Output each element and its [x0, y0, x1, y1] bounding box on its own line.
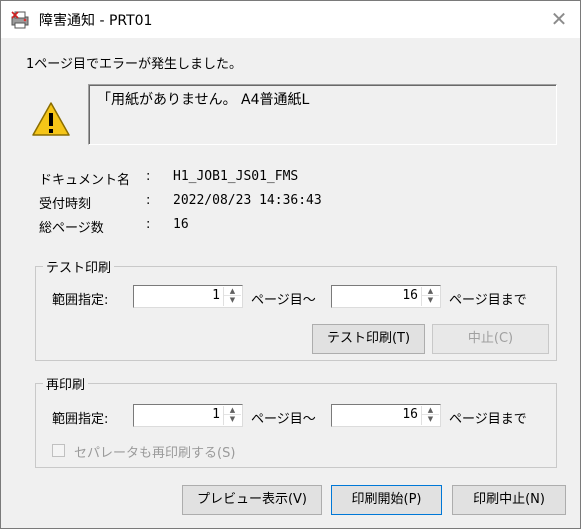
- spin-up-icon[interactable]: ▲: [422, 287, 439, 296]
- test-stop-button[interactable]: 中止(C): [432, 324, 549, 354]
- window-title: 障害通知 - PRT01: [39, 13, 153, 29]
- document-name-label: ドキュメント名: [39, 173, 131, 188]
- total-pages-colon: :: [146, 217, 151, 232]
- title-bar: 障害通知 - PRT01 ✕: [1, 1, 580, 38]
- test-from-page-value: 1: [212, 288, 220, 303]
- test-to-page-value: 16: [402, 288, 418, 303]
- spin-down-icon[interactable]: ▼: [224, 415, 241, 424]
- printer-error-icon: [11, 11, 29, 29]
- reprint-from-spin-arrows: ▲ ▼: [223, 406, 241, 425]
- test-to-spin-arrows: ▲ ▼: [421, 287, 439, 306]
- received-time-colon: :: [146, 193, 151, 208]
- test-print-button[interactable]: テスト印刷(T): [312, 324, 425, 354]
- checkbox-box[interactable]: [52, 444, 65, 457]
- start-print-button[interactable]: 印刷開始(P): [331, 485, 442, 515]
- test-from-suffix: ページ目〜: [251, 293, 316, 308]
- reprint-to-page-value: 16: [402, 407, 418, 422]
- reprint-from-suffix: ページ目〜: [251, 412, 316, 427]
- reprint-from-page-value: 1: [212, 407, 220, 422]
- error-message: 1ページ目でエラーが発生しました。: [26, 57, 243, 72]
- reprint-to-page-spinner[interactable]: 16 ▲ ▼: [331, 404, 441, 427]
- spin-up-icon[interactable]: ▲: [422, 406, 439, 415]
- test-from-page-spinner[interactable]: 1 ▲ ▼: [133, 285, 243, 308]
- test-print-group-title: テスト印刷: [43, 257, 115, 276]
- separator-reprint-label: セパレータも再印刷する(S): [74, 446, 236, 461]
- spin-up-icon[interactable]: ▲: [224, 287, 241, 296]
- dialog-window: 障害通知 - PRT01 ✕ 1ページ目でエラーが発生しました。 「用紙がありま…: [0, 0, 581, 529]
- spin-up-icon[interactable]: ▲: [224, 406, 241, 415]
- total-pages-value: 16: [173, 217, 189, 232]
- test-to-suffix: ページ目まで: [449, 293, 527, 308]
- close-button[interactable]: ✕: [541, 5, 577, 33]
- warning-icon: [32, 102, 70, 136]
- test-to-page-spinner[interactable]: 16 ▲ ▼: [331, 285, 441, 308]
- reprint-to-suffix: ページ目まで: [449, 412, 527, 427]
- document-name-colon: :: [146, 169, 151, 184]
- spin-down-icon[interactable]: ▼: [224, 296, 241, 305]
- error-detail-text: 「用紙がありません。 A4普通紙L: [97, 92, 310, 108]
- test-from-spin-arrows: ▲ ▼: [223, 287, 241, 306]
- document-name-value: H1_JOB1_JS01_FMS: [173, 169, 299, 184]
- close-icon: ✕: [550, 7, 568, 31]
- reprint-to-spin-arrows: ▲ ▼: [421, 406, 439, 425]
- spin-down-icon[interactable]: ▼: [422, 296, 439, 305]
- received-time-label: 受付時刻: [39, 197, 92, 212]
- error-detail-box: 「用紙がありません。 A4普通紙L: [88, 84, 557, 145]
- reprint-range-label: 範囲指定:: [52, 412, 109, 427]
- total-pages-label: 総ページ数: [39, 221, 104, 236]
- reprint-from-page-spinner[interactable]: 1 ▲ ▼: [133, 404, 243, 427]
- received-time-value: 2022/08/23 14:36:43: [173, 193, 322, 208]
- test-range-label: 範囲指定:: [52, 293, 109, 308]
- cancel-print-button[interactable]: 印刷中止(N): [452, 485, 566, 515]
- preview-button[interactable]: プレビュー表示(V): [182, 485, 322, 515]
- reprint-group-title: 再印刷: [43, 374, 89, 393]
- spin-down-icon[interactable]: ▼: [422, 415, 439, 424]
